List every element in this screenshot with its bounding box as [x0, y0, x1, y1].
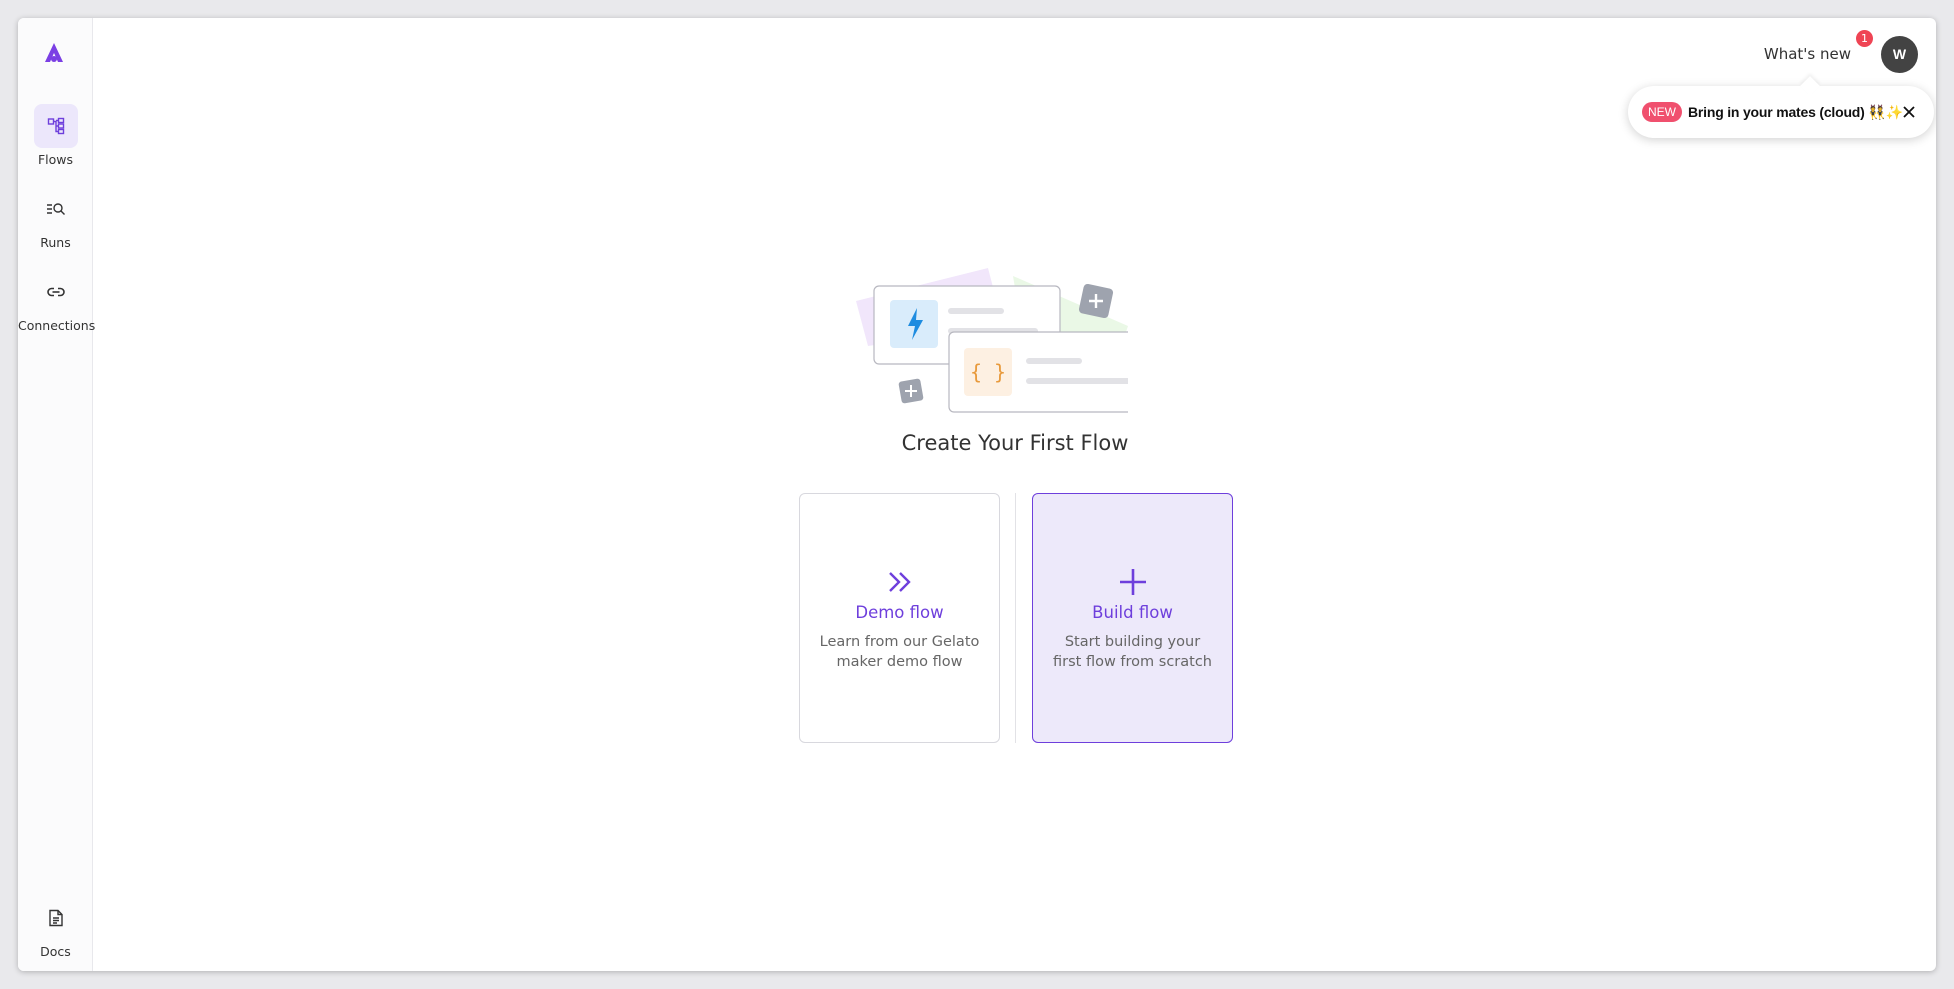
sidebar-item-label: Connections: [18, 318, 96, 333]
svg-text:{ }: { }: [970, 360, 1006, 384]
whats-new-button[interactable]: What's new 1: [1763, 30, 1873, 63]
header-actions: What's new 1 W: [1763, 30, 1918, 74]
sidebar-item-label: Docs: [40, 944, 71, 959]
sidebar-item-connections[interactable]: Connections: [18, 270, 96, 333]
sidebar-item-label: Flows: [37, 152, 74, 167]
divider: [1015, 493, 1016, 743]
link-icon: [34, 270, 78, 314]
build-flow-card[interactable]: Build flow Start building your first flo…: [1032, 493, 1233, 743]
notification-badge: 1: [1856, 30, 1873, 47]
sidebar-item-flows[interactable]: Flows: [18, 104, 93, 167]
flow-options: Demo flow Learn from our Gelato maker de…: [799, 493, 1251, 743]
avatar[interactable]: W: [1881, 35, 1918, 73]
whats-new-label: What's new: [1763, 45, 1851, 63]
card-title: Demo flow: [855, 602, 944, 622]
toast-message: Bring in your mates (cloud) 👯✨: [1688, 103, 1903, 120]
empty-state-illustration: { }: [856, 268, 1128, 413]
app-window: Flows Runs Connections Docs What's new 1…: [18, 18, 1936, 971]
sidebar-item-docs[interactable]: Docs: [18, 896, 93, 959]
card-description: Learn from our Gelato maker demo flow: [819, 633, 980, 670]
plus-icon: [1119, 568, 1146, 595]
card-description: Start building your first flow from scra…: [1053, 633, 1212, 670]
runs-icon: [34, 187, 78, 231]
double-chevron-right-icon: [888, 571, 911, 592]
docs-icon: [34, 896, 78, 940]
flows-icon: [33, 104, 78, 148]
app-logo[interactable]: [41, 40, 67, 66]
demo-flow-card[interactable]: Demo flow Learn from our Gelato maker de…: [799, 493, 1000, 743]
sidebar-item-label: Runs: [40, 235, 71, 250]
announcement-toast[interactable]: NEW Bring in your mates (cloud) 👯✨: [1628, 86, 1934, 138]
sidebar: Flows Runs Connections Docs: [18, 18, 96, 971]
sidebar-item-runs[interactable]: Runs: [18, 187, 93, 250]
new-badge: NEW: [1642, 102, 1682, 122]
page-title: Create Your First Flow: [901, 431, 1129, 455]
card-title: Build flow: [1092, 602, 1173, 622]
